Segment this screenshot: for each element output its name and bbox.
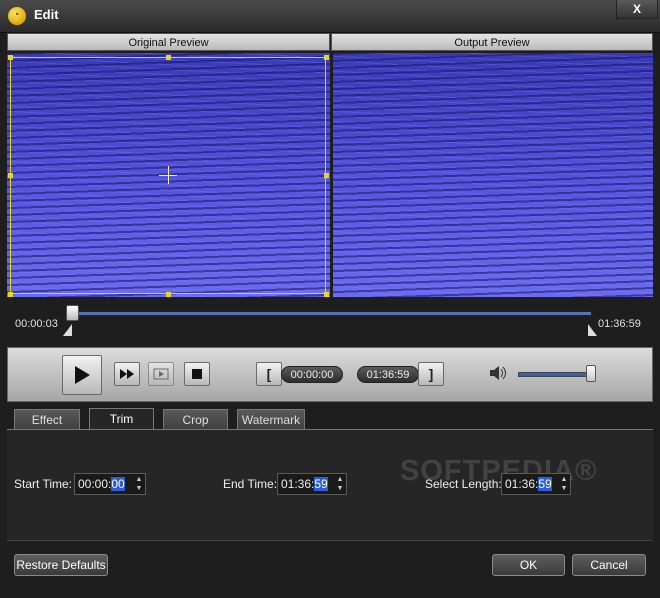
end-time-display: 01:36:59 (357, 366, 419, 383)
trim-end-marker[interactable] (588, 324, 597, 336)
end-time-spinner-icon[interactable]: ▲ ▼ (335, 475, 345, 493)
select-length-selected: 59 (538, 477, 552, 491)
crop-handle-bottom[interactable] (166, 292, 171, 297)
start-time-selected: 00 (111, 477, 125, 491)
select-length-spinner-icon[interactable]: ▲ ▼ (559, 475, 569, 493)
stop-button[interactable] (184, 362, 210, 386)
crop-handle-bottom-left[interactable] (8, 292, 13, 297)
total-time: 01:36:59 (598, 318, 641, 330)
window-title: Edit (34, 7, 59, 22)
stop-icon (192, 369, 202, 379)
end-time-selected: 59 (314, 477, 328, 491)
start-time-spinner-icon[interactable]: ▲ ▼ (134, 475, 144, 493)
tab-crop[interactable]: Crop (163, 409, 228, 429)
volume-slider-track[interactable] (518, 372, 596, 377)
current-time: 00:00:03 (15, 318, 58, 330)
play-icon (75, 366, 90, 384)
select-length-value: 01:36: (505, 477, 539, 491)
original-preview-label: Original Preview (7, 33, 330, 51)
start-time-display: 00:00:00 (281, 366, 343, 383)
crop-handle-top-left[interactable] (8, 55, 13, 60)
tab-trim[interactable]: Trim (89, 408, 154, 430)
start-time-label: Start Time: (14, 477, 73, 491)
play-button[interactable] (62, 355, 102, 395)
start-time-value: 00:00: (78, 477, 112, 491)
select-length-field[interactable]: 01:36:59 ▲ ▼ (501, 473, 571, 495)
set-end-button[interactable]: ] (418, 362, 444, 386)
end-time-label: End Time: (223, 477, 278, 491)
crop-handle-bottom-right[interactable] (324, 292, 329, 297)
speaker-icon[interactable] (490, 366, 508, 383)
timeline-track[interactable] (68, 311, 592, 316)
tab-effect[interactable]: Effect (14, 409, 80, 429)
set-start-button[interactable]: [ (256, 362, 282, 386)
output-preview-label: Output Preview (331, 33, 653, 51)
start-time-field[interactable]: 00:00:00 ▲ ▼ (74, 473, 146, 495)
crop-handle-left[interactable] (8, 173, 13, 178)
tab-watermark[interactable]: Watermark (237, 409, 305, 429)
fast-forward-button[interactable] (114, 362, 140, 386)
output-preview (333, 53, 653, 297)
crosshair-icon-vertical (168, 166, 169, 184)
select-length-label: Select Length: (425, 477, 502, 491)
close-button[interactable]: X (616, 0, 658, 19)
fast-forward-icon (120, 369, 134, 379)
footer-divider (7, 540, 653, 541)
crop-handle-right[interactable] (324, 173, 329, 178)
crop-handle-top[interactable] (166, 55, 171, 60)
frame-step-button[interactable] (148, 362, 174, 386)
ok-button[interactable]: OK (492, 554, 565, 576)
timeline-slider-thumb[interactable] (66, 305, 79, 321)
crop-handle-top-right[interactable] (324, 55, 329, 60)
end-time-field[interactable]: 01:36:59 ▲ ▼ (277, 473, 347, 495)
restore-defaults-button[interactable]: Restore Defaults (14, 554, 108, 576)
end-time-value: 01:36: (281, 477, 315, 491)
volume-slider-thumb[interactable] (586, 365, 596, 382)
cancel-button[interactable]: Cancel (572, 554, 646, 576)
app-logo-icon: ◔ (8, 7, 26, 25)
frame-step-icon (153, 368, 169, 380)
trim-start-marker[interactable] (63, 324, 72, 336)
title-bar (0, 0, 660, 33)
